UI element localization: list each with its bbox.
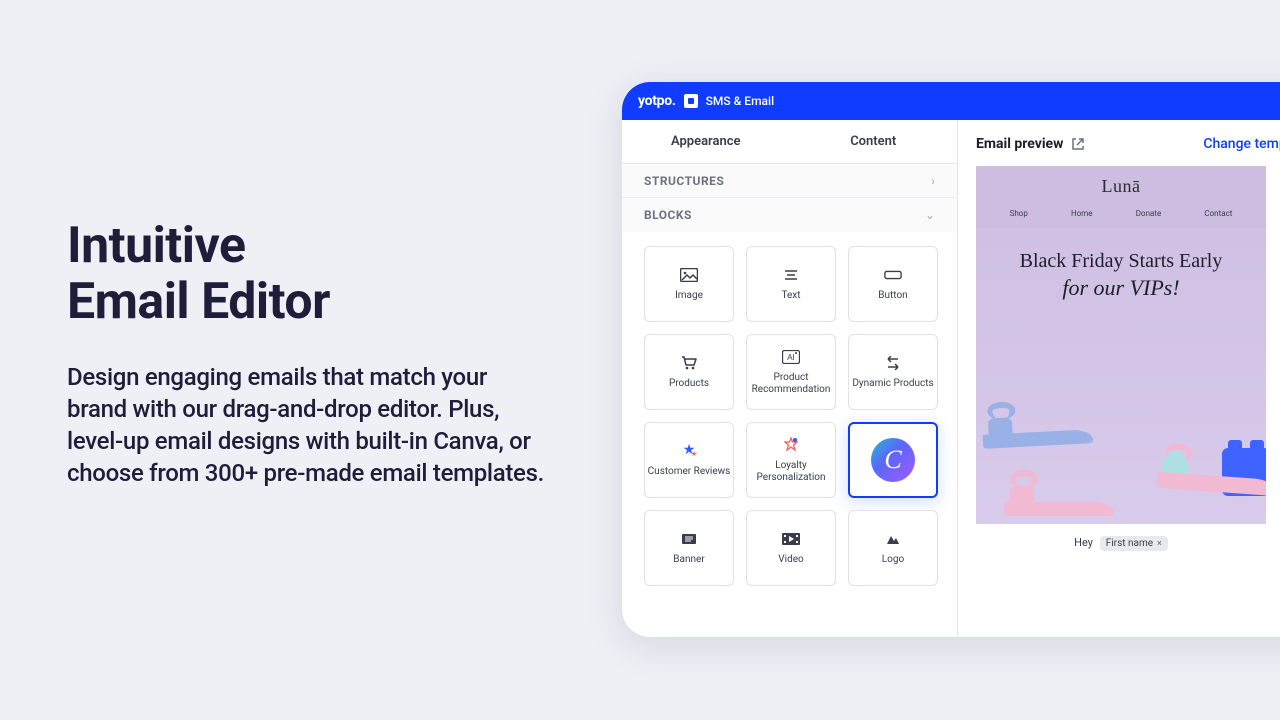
preview-title: Email preview bbox=[976, 136, 1085, 152]
block-label: Logo bbox=[882, 554, 904, 567]
image-icon bbox=[680, 266, 698, 284]
email-hero: Black Friday Starts Early for our VIPs! bbox=[976, 228, 1266, 524]
block-label: Video bbox=[778, 554, 803, 567]
section-structures-label: STRUCTURES bbox=[644, 174, 724, 188]
tab-content[interactable]: Content bbox=[790, 120, 958, 163]
block-label: Image bbox=[675, 290, 703, 303]
chevron-down-icon: ⌄ bbox=[925, 208, 935, 222]
block-label: Loyalty Personalization bbox=[749, 460, 833, 485]
canva-icon: C bbox=[871, 438, 915, 482]
email-preview-frame: Lunā Shop Home Donate Contact Black Frid… bbox=[976, 166, 1266, 563]
block-label: Dynamic Products bbox=[852, 378, 933, 391]
block-label: Products bbox=[669, 378, 709, 391]
block-image[interactable]: Image bbox=[644, 246, 734, 322]
app-header: yotpo. SMS & Email bbox=[622, 82, 1280, 120]
block-loyalty-personalization[interactable]: Loyalty Personalization bbox=[746, 422, 836, 498]
block-products[interactable]: Products bbox=[644, 334, 734, 410]
external-link-icon[interactable] bbox=[1071, 137, 1085, 151]
block-button[interactable]: Button bbox=[848, 246, 938, 322]
video-icon bbox=[782, 530, 800, 548]
hero-shoe-pink-right bbox=[1156, 438, 1266, 496]
sidebar-tabs: Appearance Content bbox=[622, 120, 957, 164]
email-nav-shop[interactable]: Shop bbox=[1010, 209, 1028, 218]
loyalty-icon bbox=[782, 436, 800, 454]
section-blocks[interactable]: BLOCKS ⌄ bbox=[622, 198, 957, 232]
svg-text:AI: AI bbox=[787, 353, 795, 362]
brand-product: SMS & Email bbox=[706, 94, 775, 108]
tab-appearance[interactable]: Appearance bbox=[622, 120, 790, 163]
section-structures[interactable]: STRUCTURES › bbox=[622, 164, 957, 198]
block-label: Text bbox=[781, 290, 800, 303]
block-label: Banner bbox=[673, 554, 704, 567]
ai-product-icon: AI bbox=[782, 348, 800, 366]
block-product-recommendation[interactable]: AI Product Recommendation bbox=[746, 334, 836, 410]
block-logo[interactable]: Logo bbox=[848, 510, 938, 586]
editor-sidebar: Appearance Content STRUCTURES › BLOCKS ⌄… bbox=[622, 120, 958, 637]
marketing-heading: Intuitive Email Editor bbox=[67, 218, 547, 330]
email-nav-contact[interactable]: Contact bbox=[1204, 209, 1232, 218]
block-canva[interactable]: C bbox=[848, 422, 938, 498]
chevron-right-icon: › bbox=[931, 174, 935, 188]
block-customer-reviews[interactable]: ★★ Customer Reviews bbox=[644, 422, 734, 498]
block-label: Product Recommendation bbox=[749, 372, 833, 397]
hero-shoe-blue bbox=[981, 393, 1093, 449]
app-window: yotpo. SMS & Email Appearance Content ST… bbox=[622, 82, 1280, 637]
block-label: Customer Reviews bbox=[648, 466, 731, 479]
section-blocks-label: BLOCKS bbox=[644, 208, 692, 222]
brand-logo-icon bbox=[684, 94, 698, 108]
block-banner[interactable]: Banner bbox=[644, 510, 734, 586]
text-icon bbox=[782, 266, 800, 284]
email-nav: Shop Home Donate Contact bbox=[976, 209, 1266, 218]
hero-line1: Black Friday Starts Early bbox=[976, 250, 1266, 273]
email-greeting: Hey First name× bbox=[976, 524, 1266, 563]
token-remove-icon[interactable]: × bbox=[1157, 539, 1162, 549]
hero-shoe-pink-left bbox=[1004, 466, 1114, 516]
star-icon: ★★ bbox=[680, 442, 698, 460]
block-label: Button bbox=[878, 290, 907, 303]
preview-panel: Email preview Change template Lunā Shop … bbox=[958, 120, 1280, 637]
hero-line2: for our VIPs! bbox=[976, 275, 1266, 301]
change-template-link[interactable]: Change template bbox=[1203, 136, 1280, 152]
email-nav-home[interactable]: Home bbox=[1071, 209, 1093, 218]
block-text[interactable]: Text bbox=[746, 246, 836, 322]
marketing-body: Design engaging emails that match your b… bbox=[67, 362, 547, 490]
logo-icon bbox=[884, 530, 902, 548]
block-dynamic-products[interactable]: Dynamic Products bbox=[848, 334, 938, 410]
button-icon bbox=[884, 266, 902, 284]
dynamic-icon bbox=[884, 354, 902, 372]
email-nav-donate[interactable]: Donate bbox=[1136, 209, 1161, 218]
cart-icon bbox=[680, 354, 698, 372]
banner-icon bbox=[680, 530, 698, 548]
merge-token-firstname[interactable]: First name× bbox=[1100, 536, 1168, 551]
brand-name: yotpo. bbox=[638, 93, 676, 109]
blocks-grid: Image Text Button bbox=[622, 232, 957, 600]
email-brand: Lunā bbox=[976, 176, 1266, 197]
block-video[interactable]: Video bbox=[746, 510, 836, 586]
